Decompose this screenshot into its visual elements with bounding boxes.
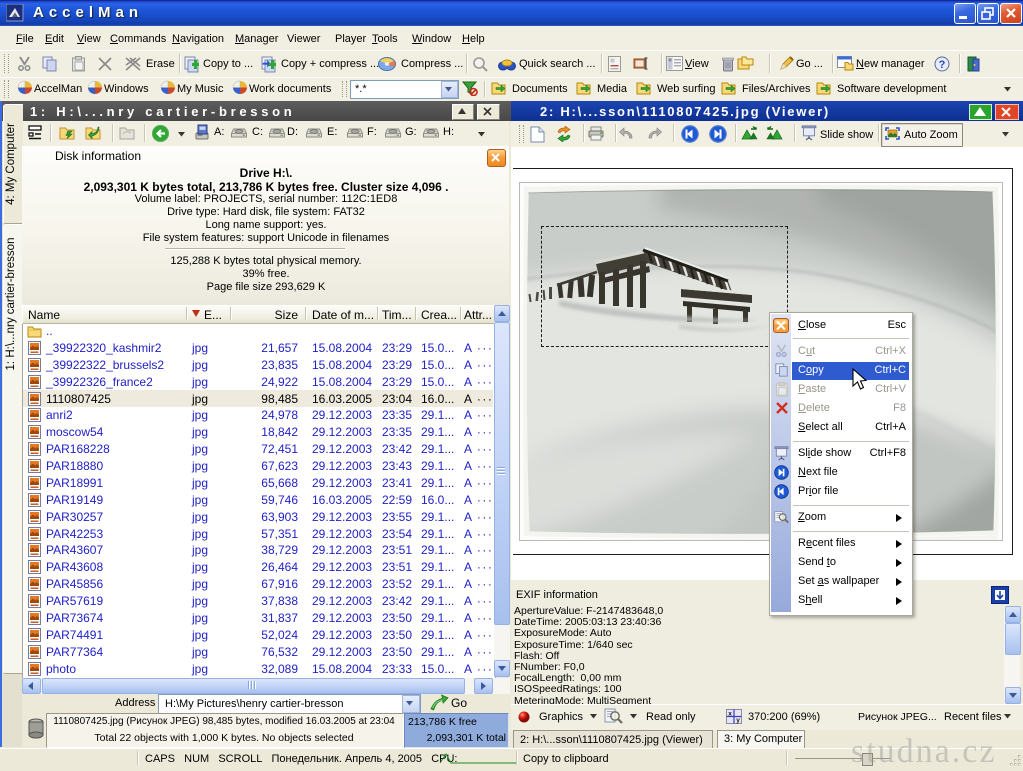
svg-text:x: x <box>728 711 732 718</box>
svg-text:?: ? <box>939 59 946 71</box>
svg-text:y: y <box>736 717 740 724</box>
